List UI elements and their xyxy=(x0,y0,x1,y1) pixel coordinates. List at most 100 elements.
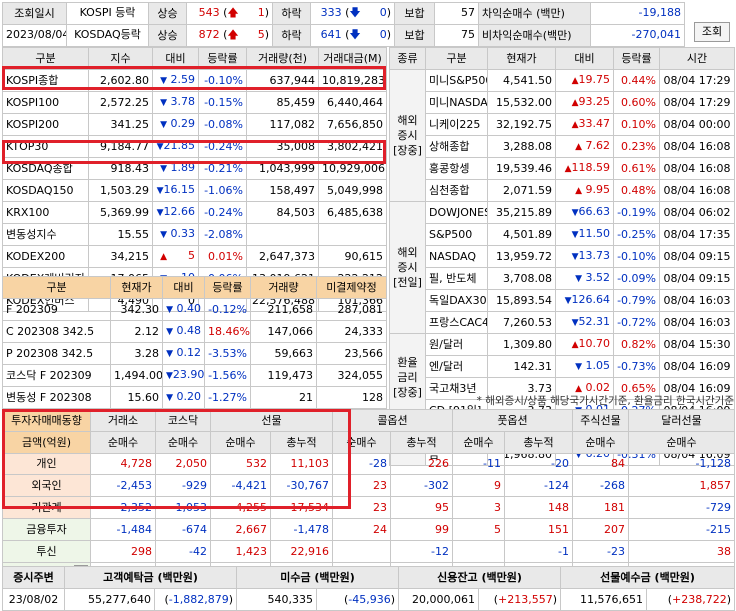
world-time: 08/04 16:08 xyxy=(659,134,735,158)
world-row[interactable]: 프랑스CAC407,260.53▼52.31-0.72%08/04 16:03 xyxy=(390,310,735,334)
world-row[interactable]: 니케이225 32,192.75 ▲33.47 0.10% 08/04 00:00 xyxy=(390,112,735,136)
world-value: 1,309.80 xyxy=(487,332,556,356)
world-group-label: 해외 증시 [전일] xyxy=(389,200,426,334)
limit-down-icon: 🡇 xyxy=(349,28,361,42)
index-row[interactable]: KOSPI100 2,572.25 ▼ 3.78 -0.15% 85,459 6,440,4… xyxy=(2,90,387,114)
index-col-header: 등락률 xyxy=(198,47,247,70)
up-arrow-icon: ▲ xyxy=(571,339,579,350)
index-change-value: 3.78 xyxy=(170,94,196,108)
world-rate: -0.25% xyxy=(613,222,660,246)
futures-change-value: 0.20 xyxy=(176,389,202,403)
world-change: ▲118.59 xyxy=(555,156,614,180)
world-change-value: 93.25 xyxy=(578,94,611,108)
futures-row[interactable]: F 202309 342.30 ▼ 0.40 -0.12% 211,658 287,081 xyxy=(2,297,387,321)
world-value: 142.31 xyxy=(487,354,556,378)
futures-value: 3.28 xyxy=(110,341,163,365)
investor-sub-header: 순매수 xyxy=(210,430,271,454)
futures-row[interactable]: 코스닥 F 202309 1,494.00 ▼23.90 -1.56% 119,473 3… xyxy=(2,363,387,387)
world-row[interactable]: 미니NASDAQ15,532.00▲93.250.60%08/04 17:29 xyxy=(390,90,735,114)
index-value: 2,572.25 xyxy=(88,90,153,114)
investor-value: -268 xyxy=(572,474,629,498)
investor-value: 23 xyxy=(332,474,391,498)
index-change-value: 5 xyxy=(188,248,195,262)
world-change: ▼ 3.52 xyxy=(555,266,614,290)
index-volume: 1,043,999 xyxy=(246,156,319,180)
index-row[interactable]: 변동성지수 15.55 ▼ 0.33 -2.08% xyxy=(2,222,387,246)
world-row[interactable]: 홍콩항셍 19,539.46 ▲118.59 0.61% 08/04 16:08 xyxy=(390,156,735,180)
investor-row[interactable]: 개인 4,728 2,050 532 11,103 -28 226 -11 -20 84 -1,12… xyxy=(2,452,735,476)
date-label: 조회일시 xyxy=(2,2,67,25)
futures-col-header: 구분 xyxy=(2,276,111,299)
world-row[interactable]: 해외 증시 [장중] 미니S&P500 4,541.50 ▲19.75 0.44% 08/… xyxy=(389,68,735,202)
query-button[interactable]: 조회 xyxy=(694,22,730,42)
world-change: ▲ 7.62 xyxy=(555,134,614,158)
investor-market-header: 선물 xyxy=(210,409,333,432)
index-value: 341.25 xyxy=(88,112,153,136)
futures-col-header: 등락률 xyxy=(204,276,251,299)
investor-value: 4,255 xyxy=(210,496,271,519)
world-value: 19,539.46 xyxy=(487,156,556,180)
futures-row[interactable]: C 202308 342.5 2.12 ▼ 0.48 18.46% 147,066 24,3… xyxy=(2,319,387,343)
arb-value: -19,188 xyxy=(590,2,685,25)
index-row[interactable]: KOSDAQ150 1,503.29 ▼16.15 -1.06% 158,497 5,04… xyxy=(2,178,387,202)
index-name: KTOP30 xyxy=(2,134,89,158)
world-value: 32,192.75 xyxy=(487,112,556,136)
index-change: ▼ 0.33 xyxy=(152,222,199,246)
world-col-header: 구분 xyxy=(425,47,488,70)
index-amount: 90,615 xyxy=(318,244,387,268)
futures-rate: -3.53% xyxy=(204,341,251,365)
futures-row[interactable]: P 202308 342.5 3.28 ▼ 0.12 -3.53% 59,663 23,56… xyxy=(2,341,387,365)
world-change: ▲ 9.95 xyxy=(555,178,614,202)
world-row[interactable]: 심천종합 2,071.59 ▲ 9.95 0.48% 08/04 16:08 xyxy=(390,178,735,202)
index-row[interactable]: KRX100 5,369.99 ▼12.66 -0.24% 84,503 6,485,63… xyxy=(2,200,387,224)
world-change-value: 66.63 xyxy=(578,204,611,218)
world-time: 08/04 16:03 xyxy=(659,288,735,312)
world-name: 홍콩항셍 xyxy=(425,156,488,180)
world-row[interactable]: 상해종합 3,288.08 ▲ 7.62 0.23% 08/04 16:08 xyxy=(390,134,735,158)
down-arrow-icon: ▼ xyxy=(166,304,173,315)
date-value: 2023/08/04 xyxy=(2,23,67,47)
world-row[interactable]: S&P500 4,501.89 ▼11.50 -0.25% 08/04 17:35 xyxy=(390,222,735,246)
investor-market-header: 주식선물 xyxy=(572,409,629,432)
index-volume: 158,497 xyxy=(246,178,319,202)
investor-value: 151 xyxy=(504,517,573,541)
index-volume: 117,082 xyxy=(246,112,319,136)
investor-sub-header: 총누적 xyxy=(270,430,333,454)
investor-sub-header: 총누적 xyxy=(390,430,453,454)
index-row[interactable]: KODEX200 34,215 ▲ 5 0.01% 2,647,373 90,615 xyxy=(2,244,387,268)
up-arrow-icon: ▲ xyxy=(575,383,582,394)
world-rate: 0.23% xyxy=(613,134,660,158)
nonarb-value: -270,041 xyxy=(590,23,685,47)
index-rate: -0.24% xyxy=(198,200,247,224)
index-row[interactable]: KTOP30 9,184.77 ▼21.85 -0.24% 35,008 3,802,42… xyxy=(2,134,387,158)
index-change-value: 1.89 xyxy=(170,160,196,174)
index-volume: 35,008 xyxy=(246,134,319,158)
flat-label: 보합 xyxy=(394,23,435,47)
investor-value: -2,453 xyxy=(90,474,156,498)
investor-value xyxy=(452,539,505,563)
investor-row[interactable]: 외국인 -2,453 -929 -4,421 -30,767 23 -302 9 -124 -26… xyxy=(2,474,735,498)
world-rate: 0.44% xyxy=(613,68,660,92)
investor-row[interactable]: 투신 298 -42 1,423 22,916 -12 -1 -23 38 xyxy=(2,539,735,563)
index-row[interactable]: KOSPI200 341.25 ▼ 0.29 -0.08% 117,082 7,656,85… xyxy=(2,112,387,136)
investor-value: 298 xyxy=(90,539,156,563)
world-row[interactable]: NASDAQ 13,959.72 ▼13.73 -0.10% 08/04 09:15 xyxy=(390,244,735,268)
index-name: KODEX200 xyxy=(2,244,89,268)
futures-change-value: 0.40 xyxy=(176,301,202,315)
world-row[interactable]: 독일DAX30 15,893.54 ▼126.64 -0.79% 08/04 16:03 xyxy=(390,288,735,312)
world-row[interactable]: 엔/달러 142.31 ▼ 1.05 -0.73% 08/04 16:09 xyxy=(390,354,735,378)
investor-value: -674 xyxy=(155,517,211,541)
futures-value: 1,494.00 xyxy=(110,363,163,387)
index-value: 15.55 xyxy=(88,222,153,246)
market-surroundings-table: 증시주변 고객예탁금 (백만원) 미수금 (백만원) 신용잔고 (백만원) 선물… xyxy=(2,566,736,611)
world-row[interactable]: 해외 증시 [전일] DOWJONES 35,215.89 ▼66.63 -0.19% 0… xyxy=(389,200,735,334)
futures-change: ▼ 0.48 xyxy=(162,319,205,343)
index-row[interactable]: KOSPI종합 2,602.80 ▼ 2.59 -0.10% 637,944 10,819,… xyxy=(2,68,387,92)
investor-row[interactable]: 기관계 -2,352 -1,053 4,255 17,534 23 95 3 148 181 -72… xyxy=(2,496,735,519)
investor-row[interactable]: 금융투자 -1,484 -674 2,667 -1,478 24 99 5 151 207 -215 xyxy=(2,517,735,541)
futures-row[interactable]: 변동성 F 202308 15.60 ▼ 0.20 -1.27% 21 128 xyxy=(2,385,387,409)
world-name: S&P500 xyxy=(425,222,488,246)
index-row[interactable]: KOSDAQ종합 918.43 ▼ 1.89 -0.21% 1,043,999 10,929… xyxy=(2,156,387,180)
world-row[interactable]: 환율 금리 [장중] 원/달러 1,309.80 ▲10.70 0.82% 08/04 1… xyxy=(389,332,735,422)
world-row[interactable]: 필, 반도체 3,708.08 ▼ 3.52 -0.09% 08/04 09:15 xyxy=(390,266,735,290)
